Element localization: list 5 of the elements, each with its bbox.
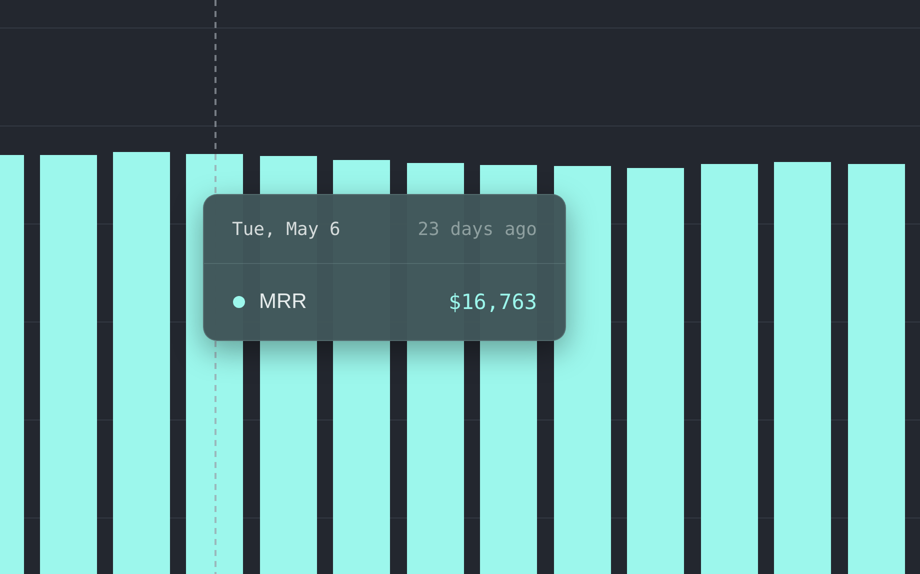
tooltip-date: Tue, May 6 bbox=[232, 218, 340, 240]
series-dot-icon bbox=[233, 296, 245, 308]
series-value: $16,763 bbox=[448, 290, 537, 314]
relative-time: 23 days ago bbox=[418, 218, 537, 240]
series-name: MRR bbox=[259, 290, 308, 314]
